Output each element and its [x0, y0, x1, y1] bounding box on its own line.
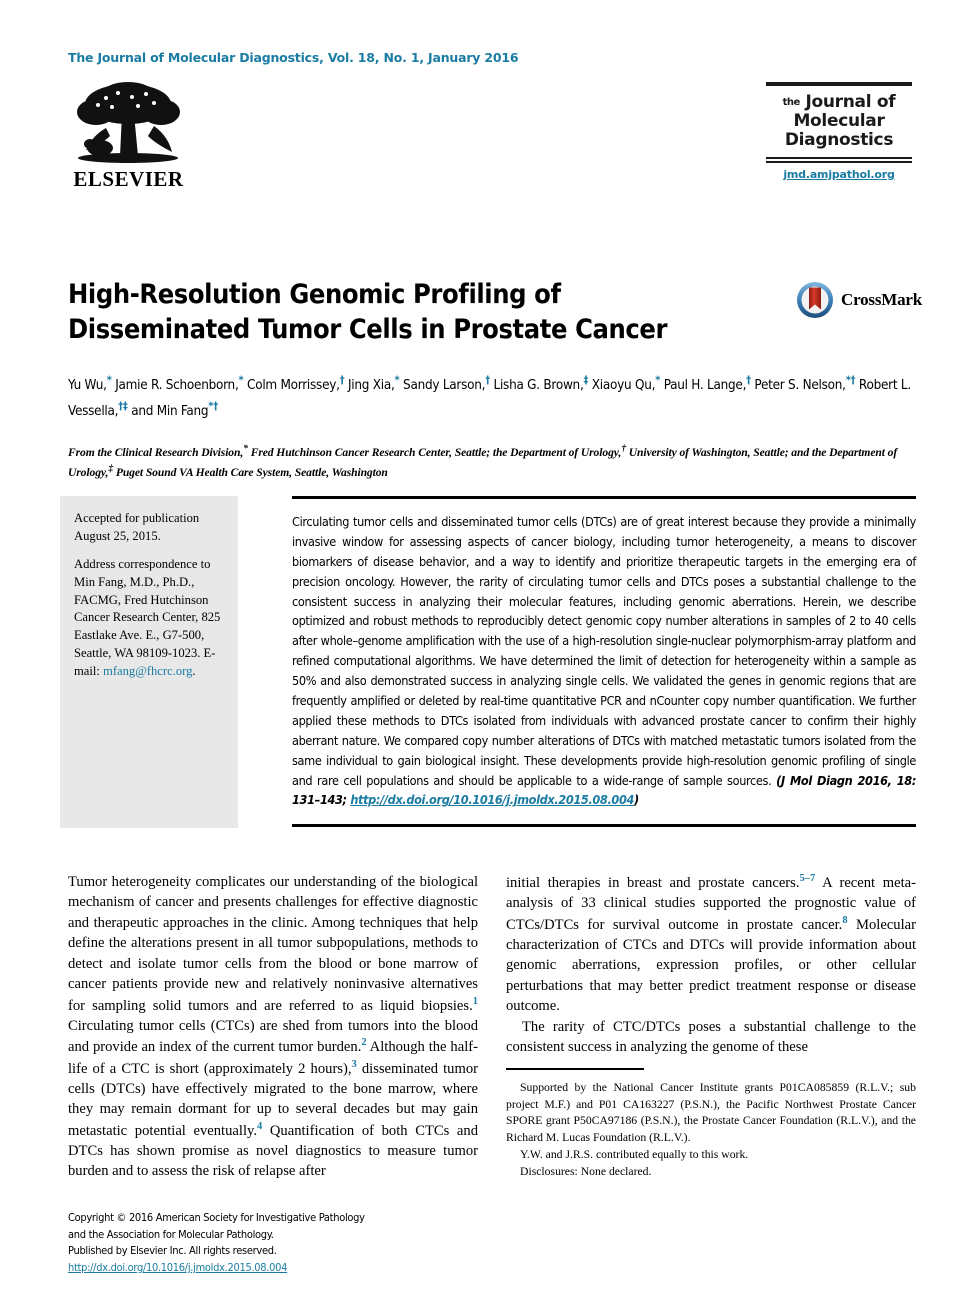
journal-website-link[interactable]: jmd.amjpathol.org — [766, 168, 912, 181]
copyright-line-2: and the Association for Molecular Pathol… — [68, 1227, 274, 1241]
crossmark-label: CrossMark — [841, 290, 922, 309]
crossmark-icon — [797, 282, 833, 318]
abstract-rule-bottom — [292, 824, 916, 827]
correspondence-email-period: . — [192, 664, 196, 678]
author-list: Yu Wu,* Jamie R. Schoenborn,* Colm Morri… — [68, 372, 916, 422]
article-metadata-box: Accepted for publication August 25, 2015… — [60, 496, 238, 828]
body-column-left: Tumor heterogeneity complicates our unde… — [68, 872, 478, 1182]
copyright-line-3: Published by Elsevier Inc. All rights re… — [68, 1244, 277, 1258]
right-column-paragraphs: initial therapies in breast and prostate… — [506, 872, 916, 1058]
affiliations: From the Clinical Research Division,* Fr… — [68, 442, 916, 482]
badge-line-3: Diagnostics — [784, 130, 894, 151]
badge-rule-bottom-a — [766, 157, 912, 160]
footnote-disclosures: Disclosures: None declared. — [520, 1164, 652, 1178]
abstract: Circulating tumor cells and disseminated… — [292, 512, 916, 810]
correspondence-block: Address correspondence to Min Fang, M.D.… — [74, 556, 226, 681]
accepted-block: Accepted for publication August 25, 2015… — [74, 510, 226, 546]
page-title: High-Resolution Genomic Profiling of Dis… — [68, 277, 768, 347]
title-line-1: High-Resolution Genomic Profiling of — [68, 279, 561, 310]
badge-line-1: Journal of — [805, 92, 896, 112]
copyright-block: Copyright © 2016 American Society for In… — [68, 1210, 488, 1277]
footnote-block: Supported by the National Cancer Institu… — [506, 1080, 916, 1180]
elsevier-tree-icon — [77, 82, 180, 163]
badge-the: the — [782, 97, 801, 108]
footnote-rule — [506, 1068, 644, 1070]
abstract-rule-top — [292, 496, 916, 499]
footnote-equal-contribution: Y.W. and J.R.S. contributed equally to t… — [520, 1147, 749, 1161]
badge-rule-bottom-b — [766, 161, 912, 164]
body-paragraph: initial therapies in breast and prostate… — [506, 873, 916, 1015]
body-column-right: initial therapies in breast and prostate… — [506, 872, 916, 1058]
accepted-label: Accepted for publication — [74, 511, 200, 525]
accepted-date: August 25, 2015. — [74, 528, 161, 543]
abstract-doi-link[interactable]: http://dx.doi.org/10.1016/j.jmoldx.2015.… — [350, 792, 634, 807]
footnote-support: Supported by the National Cancer Institu… — [506, 1081, 916, 1145]
body-paragraph: Tumor heterogeneity complicates our unde… — [68, 874, 478, 1180]
affiliations-text: From the Clinical Research Division,* Fr… — [68, 443, 898, 479]
correspondence-text: Address correspondence to Min Fang, M.D.… — [74, 556, 221, 678]
body-paragraph: The rarity of CTC/DTCs poses a substanti… — [506, 1018, 916, 1056]
copyright-doi-link[interactable]: http://dx.doi.org/10.1016/j.jmoldx.2015.… — [68, 1261, 287, 1274]
correspondence-email-link[interactable]: mfang@fhcrc.org — [103, 664, 192, 678]
title-line-2: Disseminated Tumor Cells in Prostate Can… — [68, 314, 668, 346]
left-column-paragraphs: Tumor heterogeneity complicates our unde… — [68, 872, 478, 1182]
author-list-text: Yu Wu,* Jamie R. Schoenborn,* Colm Morri… — [68, 374, 911, 419]
badge-title-block: the Journal of Molecular Diagnostics — [766, 86, 912, 155]
article-page: The Journal of Molecular Diagnostics, Vo… — [0, 0, 975, 1305]
citation-mid: 143; — [319, 792, 351, 808]
copyright-line-1: Copyright © 2016 American Society for In… — [68, 1211, 365, 1224]
elsevier-logo: ELSEVIER — [66, 78, 191, 192]
masthead-citation: The Journal of Molecular Diagnostics, Vo… — [68, 50, 519, 65]
journal-logo-badge: the Journal of Molecular Diagnostics jmd… — [766, 82, 912, 181]
badge-line-2: Molecular — [793, 111, 885, 132]
abstract-text: Circulating tumor cells and disseminated… — [292, 514, 916, 788]
crossmark-badge[interactable]: CrossMark — [795, 280, 922, 320]
elsevier-wordmark: ELSEVIER — [73, 167, 184, 191]
citation-suffix: ) — [634, 792, 639, 808]
